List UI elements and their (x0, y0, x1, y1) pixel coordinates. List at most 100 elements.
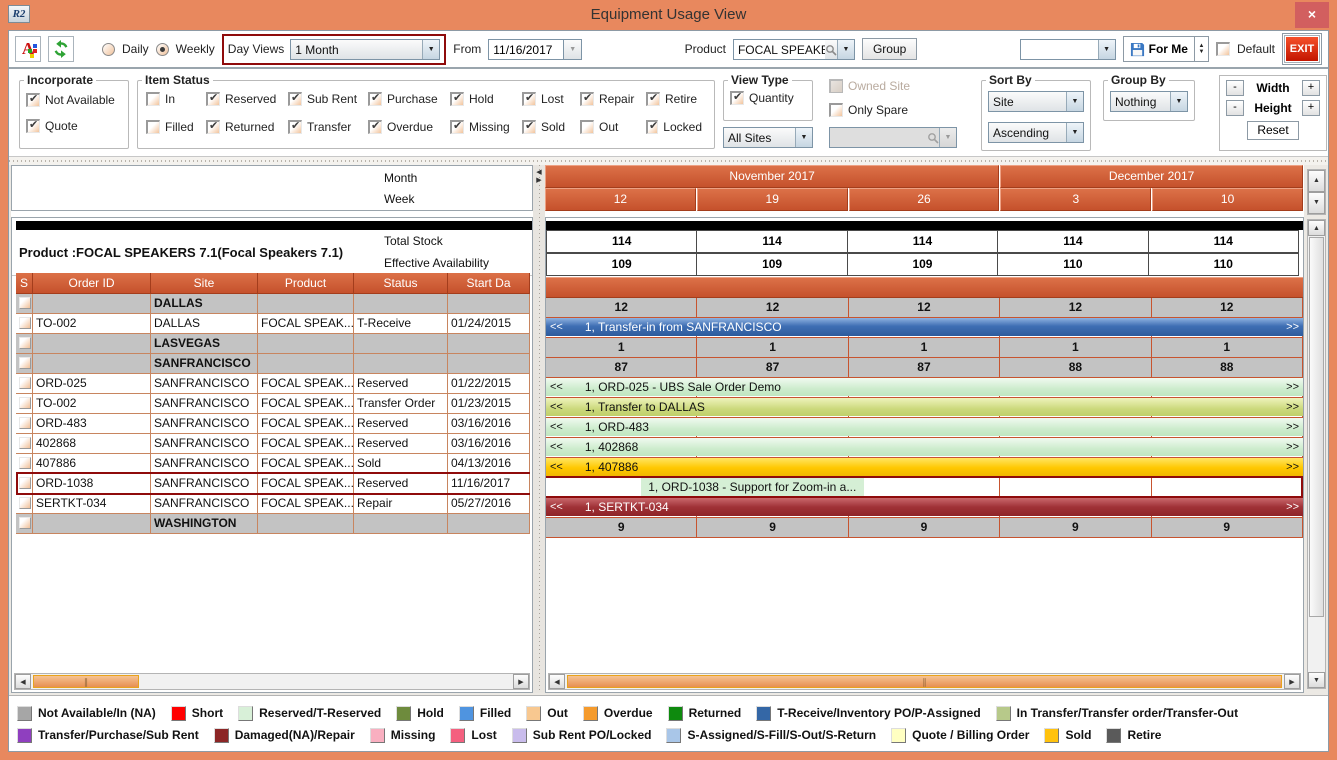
status-r2-0[interactable]: Filled (146, 120, 206, 134)
status-r1-6[interactable]: Repair (580, 92, 646, 106)
status-r2-5[interactable]: Sold (522, 120, 580, 134)
sort-direction-dropdown-icon[interactable]: ▼ (1066, 123, 1083, 142)
row-select-button[interactable] (19, 357, 31, 369)
status-r2-6-checkbox[interactable] (580, 120, 594, 134)
width-plus-button[interactable]: + (1302, 80, 1320, 96)
usage-bar[interactable]: <<1, ORD-483>> (546, 418, 1303, 436)
site-group-row[interactable]: LASVEGAS (16, 334, 530, 354)
status-r1-5[interactable]: Lost (522, 92, 580, 106)
body-vertical-scrollbar[interactable]: ▲ ▼ (1307, 219, 1326, 689)
status-r1-1-checkbox[interactable] (206, 92, 220, 106)
only-spare-checkbox[interactable] (829, 103, 843, 117)
saved-view-combo[interactable]: ▼ (1020, 39, 1116, 60)
site-group-row[interactable]: SANFRANCISCO (16, 354, 530, 374)
column-header-start-da[interactable]: Start Da (448, 273, 530, 294)
usage-bar[interactable]: <<1, Transfer-in from SANFRANCISCO>> (546, 318, 1303, 336)
vscroll-thumb[interactable] (1309, 237, 1324, 617)
timeline-row[interactable]: <<1, ORD-025 - UBS Sale Order Demo>> (546, 378, 1303, 398)
only-spare-item[interactable]: Only Spare (829, 103, 959, 117)
timeline-row[interactable]: <<1, ORD-483>> (546, 418, 1303, 438)
refresh-button[interactable] (48, 36, 74, 62)
row-select-button[interactable] (19, 297, 31, 309)
row-select-button[interactable] (19, 517, 31, 529)
status-r1-7-checkbox[interactable] (646, 92, 660, 106)
status-r2-1-checkbox[interactable] (206, 120, 220, 134)
status-r1-1[interactable]: Reserved (206, 92, 288, 106)
default-checkbox[interactable] (1216, 42, 1230, 56)
timeline-group-row[interactable]: 99999 (546, 518, 1303, 538)
header-vertical-scrollbar[interactable]: ▲ ▼ (1307, 169, 1326, 215)
status-r1-4[interactable]: Hold (450, 92, 522, 106)
save-for-me-button[interactable]: For Me (1124, 37, 1194, 61)
scroll-left-icon[interactable]: ◀ (15, 674, 31, 689)
usage-bar[interactable]: 1, ORD-1038 - Support for Zoom-in a... (641, 478, 864, 496)
status-r2-0-checkbox[interactable] (146, 120, 160, 134)
status-r1-5-checkbox[interactable] (522, 92, 536, 106)
row-select-button[interactable] (19, 457, 31, 469)
row-select-button[interactable] (19, 377, 31, 389)
status-r2-3[interactable]: Overdue (368, 120, 450, 134)
status-r1-6-checkbox[interactable] (580, 92, 594, 106)
quantity-checkbox-item[interactable]: Quantity (730, 91, 812, 105)
order-row[interactable]: TO-002DALLASFOCAL SPEAK...T-Receive01/24… (16, 314, 530, 334)
saved-view-dropdown-icon[interactable]: ▼ (1098, 40, 1115, 59)
day-views-select[interactable]: 1 Month ▼ (290, 39, 440, 60)
all-sites-select[interactable]: All Sites ▼ (723, 127, 813, 148)
sort-field-dropdown-icon[interactable]: ▼ (1066, 92, 1083, 111)
quantity-checkbox[interactable] (730, 91, 744, 105)
timeline-row[interactable]: 1, ORD-1038 - Support for Zoom-in a... (546, 478, 1303, 498)
status-r2-3-checkbox[interactable] (368, 120, 382, 134)
horizontal-splitter[interactable] (9, 157, 1328, 165)
timeline-group-row[interactable]: 8787878888 (546, 358, 1303, 378)
scroll-right-icon[interactable]: ▶ (513, 674, 529, 689)
format-button[interactable]: A (15, 36, 41, 62)
status-r2-6[interactable]: Out (580, 120, 646, 134)
right-hscroll-thumb[interactable]: ∥ (567, 675, 1282, 688)
status-r2-7[interactable]: Locked (646, 120, 702, 134)
incorporate-0-checkbox[interactable] (26, 93, 40, 107)
row-select-button[interactable] (19, 477, 31, 489)
timeline-group-row[interactable]: 1212121212 (546, 298, 1303, 318)
usage-bar[interactable]: <<1, 407886>> (546, 458, 1303, 476)
order-row[interactable]: 407886SANFRANCISCOFOCAL SPEAK...Sold04/1… (16, 454, 530, 474)
height-plus-button[interactable]: + (1302, 100, 1320, 116)
status-r2-2-checkbox[interactable] (288, 120, 302, 134)
timeline-row[interactable]: <<1, 407886>> (546, 458, 1303, 478)
usage-bar[interactable]: <<1, SERTKT-034>> (546, 498, 1303, 516)
order-row[interactable]: TO-002SANFRANCISCOFOCAL SPEAK...Transfer… (16, 394, 530, 414)
usage-bar[interactable]: <<1, Transfer to DALLAS>> (546, 398, 1303, 416)
status-r1-4-checkbox[interactable] (450, 92, 464, 106)
chevron-down-icon[interactable]: ▼ (422, 40, 439, 59)
status-r1-3-checkbox[interactable] (368, 92, 382, 106)
status-r1-2[interactable]: Sub Rent (288, 92, 368, 106)
status-r1-7[interactable]: Retire (646, 92, 702, 106)
all-sites-dropdown-icon[interactable]: ▼ (795, 128, 812, 147)
scroll-down-icon[interactable]: ▼ (1308, 672, 1325, 688)
for-me-spinner[interactable]: ▲▼ (1194, 37, 1208, 61)
site-group-row[interactable]: WASHINGTON (16, 514, 530, 534)
row-select-button[interactable] (19, 337, 31, 349)
scroll-right-icon[interactable]: ▶ (1284, 674, 1300, 689)
status-r1-0-checkbox[interactable] (146, 92, 160, 106)
status-r1-2-checkbox[interactable] (288, 92, 302, 106)
product-dropdown-icon[interactable]: ▼ (837, 40, 854, 59)
search-icon[interactable] (825, 44, 837, 56)
column-header-product[interactable]: Product (258, 273, 354, 294)
vertical-splitter[interactable]: ◀▶ (533, 165, 545, 693)
timeline-row[interactable]: <<1, 402868>> (546, 438, 1303, 458)
left-hscroll-thumb[interactable]: ∥ (33, 675, 139, 688)
from-date-dropdown-icon[interactable]: ▼ (564, 39, 582, 60)
from-date-input[interactable]: 11/16/2017 (488, 39, 564, 60)
scroll-down-icon[interactable]: ▼ (1308, 192, 1325, 214)
order-row[interactable]: ORD-483SANFRANCISCOFOCAL SPEAK...Reserve… (16, 414, 530, 434)
usage-bar[interactable]: <<1, 402868>> (546, 438, 1303, 456)
row-select-button[interactable] (19, 397, 31, 409)
order-row[interactable]: SERTKT-034SANFRANCISCOFOCAL SPEAK...Repa… (16, 494, 530, 514)
column-header-order-id[interactable]: Order ID (33, 273, 151, 294)
daily-radio[interactable] (102, 43, 115, 56)
timeline-row[interactable]: <<1, SERTKT-034>> (546, 498, 1303, 518)
column-header-site[interactable]: Site (151, 273, 258, 294)
sort-direction-select[interactable]: Ascending ▼ (988, 122, 1084, 143)
row-select-button[interactable] (19, 497, 31, 509)
order-row-selected[interactable]: ORD-1038SANFRANCISCOFOCAL SPEAK...Reserv… (16, 474, 530, 494)
